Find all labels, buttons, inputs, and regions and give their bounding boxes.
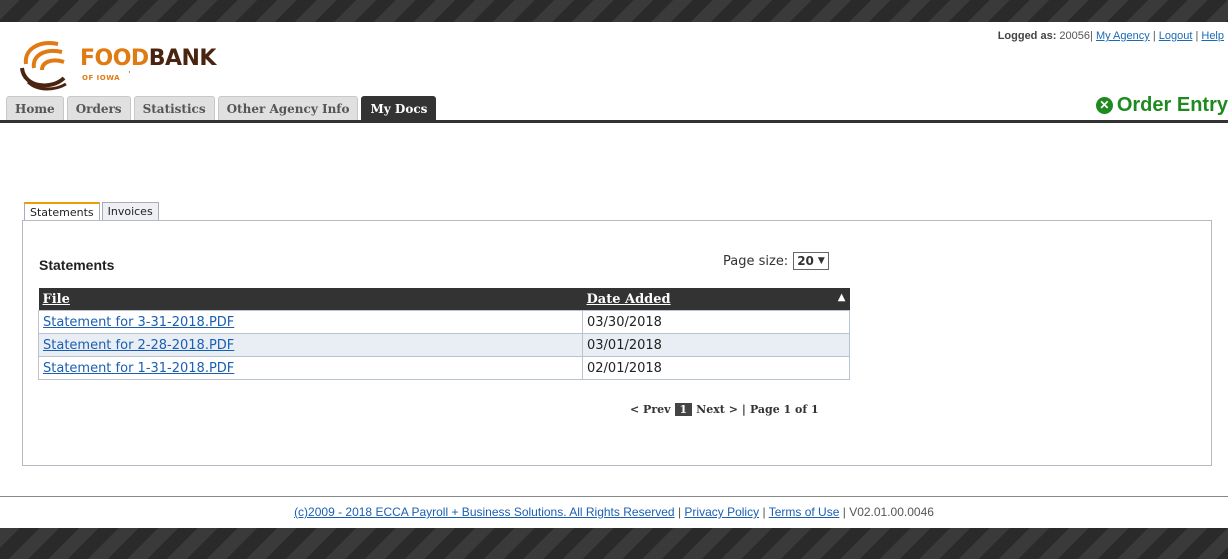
terms-of-use-link[interactable]: Terms of Use [769, 505, 840, 519]
statement-file-link[interactable]: Statement for 2-28-2018.PDF [43, 338, 234, 353]
page-size-control: Page size: 20 ▼ [723, 252, 829, 270]
copyright-link[interactable]: (c)2009 - 2018 ECCA Payroll + Business S… [294, 505, 675, 519]
logged-as-label: Logged as: [997, 30, 1057, 42]
column-header-date-label[interactable]: Date Added [587, 292, 671, 307]
login-separator: | [1195, 30, 1199, 42]
privacy-policy-link[interactable]: Privacy Policy [684, 505, 759, 519]
column-header-file[interactable]: File [38, 288, 583, 311]
logo-food-text: FOOD [80, 46, 149, 71]
pager-next[interactable]: Next > [696, 403, 738, 416]
date-cell: 02/01/2018 [582, 356, 850, 380]
statement-file-link[interactable]: Statement for 3-31-2018.PDF [43, 315, 234, 330]
nav-tab-home[interactable]: Home [6, 96, 64, 120]
logo-wordmark: FOODBANK [80, 46, 216, 71]
order-entry-label: Order Entry [1116, 94, 1228, 116]
main-nav: Home Orders Statistics Other Agency Info… [6, 96, 437, 120]
file-cell: Statement for 3-31-2018.PDF [38, 310, 583, 334]
login-separator: | [1152, 30, 1156, 42]
bottom-decor-band [0, 528, 1228, 559]
help-link[interactable]: Help [1201, 30, 1224, 42]
column-header-date-added[interactable]: Date Added ▲ [582, 288, 850, 311]
tab-invoices[interactable]: Invoices [101, 202, 159, 220]
logo-bank-text: BANK [148, 46, 217, 71]
my-agency-link[interactable]: My Agency [1096, 30, 1150, 42]
header: FOODBANK OF IOWA · Logged as: 20056| My … [0, 22, 1228, 126]
table-row: Statement for 2-28-2018.PDF 03/01/2018 [38, 333, 850, 357]
footer-separator: | [677, 505, 682, 519]
statements-panel: Statements Page size: 20 ▼ File Date Add… [22, 220, 1212, 466]
document-tabs: Statements Invoices [24, 202, 159, 221]
page-size-select[interactable]: 20 ▼ [793, 252, 829, 270]
chevron-down-icon: ▼ [817, 256, 825, 266]
page-size-value: 20 [797, 254, 814, 268]
statement-file-link[interactable]: Statement for 1-31-2018.PDF [43, 361, 234, 376]
statements-table: File Date Added ▲ Statement for 3-31-2018… [38, 288, 850, 380]
footer-separator: | [842, 505, 846, 519]
pager-separator: | [741, 403, 746, 416]
foodbank-logo[interactable]: FOODBANK OF IOWA · [18, 38, 218, 94]
page-size-label: Page size: [723, 253, 789, 269]
column-header-file-label[interactable]: File [43, 292, 70, 307]
pager: < Prev 1 Next > | Page 1 of 1 [630, 403, 819, 416]
footer-divider [0, 496, 1228, 497]
pager-prev[interactable]: < Prev [630, 403, 671, 416]
nav-tab-other-agency-info[interactable]: Other Agency Info [217, 96, 359, 120]
login-bar: Logged as: 20056| My Agency | Logout | H… [998, 30, 1224, 42]
logged-user-id: 20056| [1059, 30, 1093, 42]
nav-tab-statistics[interactable]: Statistics [133, 96, 215, 120]
table-header-row: File Date Added ▲ [38, 288, 850, 311]
logout-link[interactable]: Logout [1159, 30, 1193, 42]
close-circle-icon: ✕ [1095, 97, 1113, 114]
foodbank-logo-mark-icon [20, 41, 67, 91]
footer-separator: | [762, 505, 766, 519]
file-cell: Statement for 1-31-2018.PDF [38, 356, 583, 380]
logo-subtitle: OF IOWA [82, 74, 121, 82]
footer: (c)2009 - 2018 ECCA Payroll + Business S… [0, 505, 1228, 519]
date-cell: 03/01/2018 [582, 333, 850, 357]
pager-current-page[interactable]: 1 [674, 403, 693, 416]
nav-tab-orders[interactable]: Orders [66, 96, 131, 120]
table-row: Statement for 3-31-2018.PDF 03/30/2018 [38, 310, 850, 334]
nav-tab-my-docs[interactable]: My Docs [361, 96, 437, 120]
sort-ascending-icon[interactable]: ▲ [838, 292, 846, 303]
version-label: V02.01.00.0046 [849, 505, 934, 519]
panel-title: Statements [39, 257, 115, 273]
table-row: Statement for 1-31-2018.PDF 02/01/2018 [38, 356, 850, 380]
nav-underline [0, 120, 1228, 123]
order-entry-link[interactable]: ✕ Order Entry [1095, 94, 1228, 117]
pager-info: Page 1 of 1 [749, 403, 819, 416]
logo-dot: · [128, 68, 131, 78]
top-decor-band [0, 0, 1228, 22]
date-cell: 03/30/2018 [582, 310, 850, 334]
tab-statements[interactable]: Statements [24, 202, 100, 221]
file-cell: Statement for 2-28-2018.PDF [38, 333, 583, 357]
